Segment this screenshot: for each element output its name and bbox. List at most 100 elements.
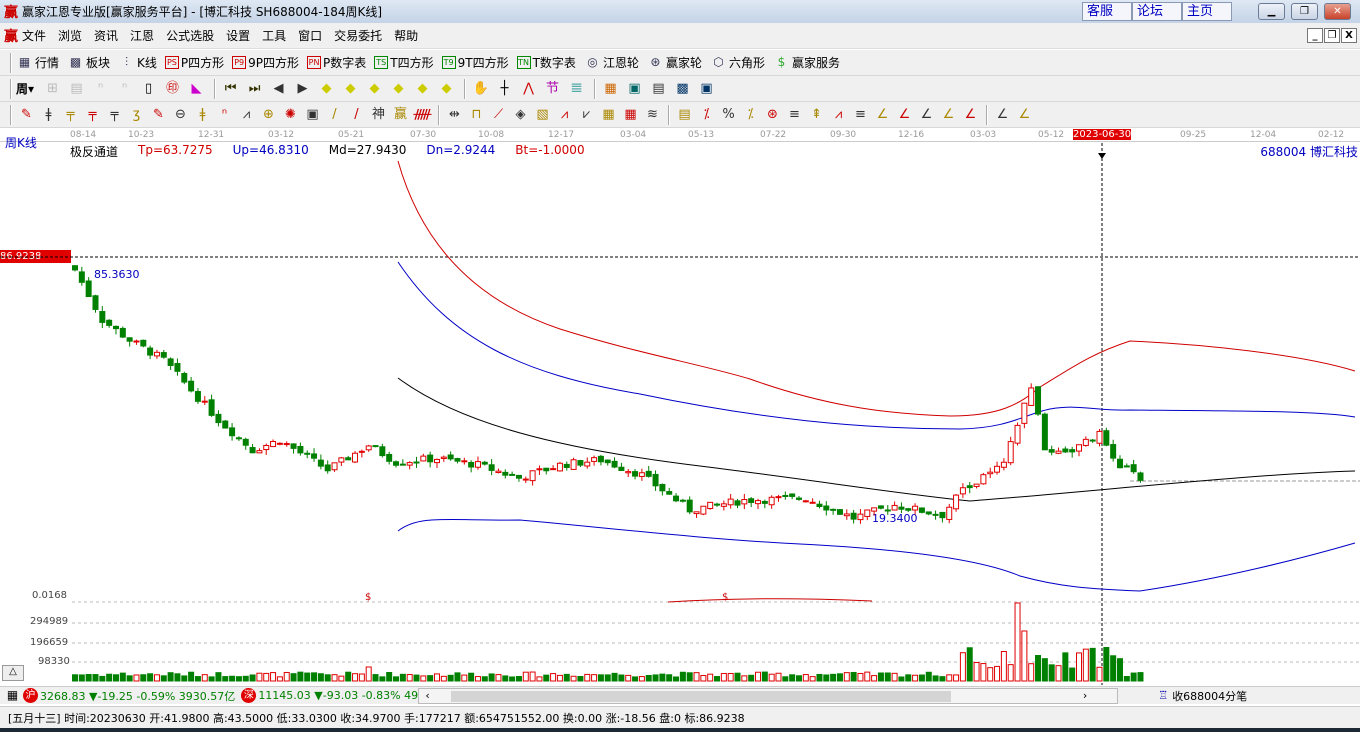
gold-angle-icon[interactable]: ∠ bbox=[894, 105, 915, 125]
spiral-icon[interactable]: ʒ bbox=[126, 105, 147, 125]
menu-item[interactable]: 帮助 bbox=[394, 27, 418, 44]
minimize-button[interactable]: ▁ bbox=[1258, 3, 1285, 20]
toolbar-江恩轮[interactable]: ◎ 江恩轮 bbox=[584, 54, 639, 71]
pen-icon[interactable]: ✎ bbox=[16, 105, 37, 125]
candle-select-icon[interactable]: ▯ bbox=[138, 79, 159, 99]
close-button[interactable]: ✕ bbox=[1324, 3, 1351, 20]
hand-icon[interactable]: ✋ bbox=[470, 79, 491, 99]
yinyang-icon[interactable]: ∠ bbox=[992, 105, 1013, 125]
grid-icon[interactable]: ▦ bbox=[4, 687, 21, 704]
period-select[interactable]: 周 ▾ bbox=[16, 80, 34, 97]
pct-line-icon[interactable]: % bbox=[718, 105, 739, 125]
angle2-icon[interactable]: ▧ bbox=[532, 105, 553, 125]
cycle-icon[interactable]: 𝌆 bbox=[566, 79, 587, 99]
gold-icon[interactable]: ╤ bbox=[60, 105, 81, 125]
box-icon[interactable]: ⇹ bbox=[444, 105, 465, 125]
pct-icon[interactable]: ▤ bbox=[674, 105, 695, 125]
menu-item[interactable]: 江恩 bbox=[130, 27, 154, 44]
last-icon[interactable]: ⏭ bbox=[244, 79, 265, 99]
four-angle-icon[interactable]: ∠ bbox=[960, 105, 981, 125]
toolbar-P四方形[interactable]: PS P四方形 bbox=[164, 54, 224, 71]
wave-icon[interactable]: ⩘ bbox=[554, 105, 575, 125]
fan-icon[interactable]: ◣ bbox=[186, 79, 207, 99]
scroll-right-icon[interactable]: › bbox=[1083, 689, 1087, 702]
diamond-all-icon[interactable]: ◆ bbox=[436, 79, 457, 99]
calendar-icon[interactable]: ▦ bbox=[600, 79, 621, 99]
doc-icon[interactable]: ▤ bbox=[66, 79, 87, 99]
ruler-icon[interactable]: 赢 bbox=[390, 105, 411, 125]
menu-item[interactable]: 工具 bbox=[262, 27, 286, 44]
coin-icon[interactable]: ⁒ bbox=[740, 105, 761, 125]
toolbar-9T四方形[interactable]: T9 9T四方形 bbox=[441, 54, 509, 71]
toolbar-赢家轮[interactable]: ⊛ 赢家轮 bbox=[647, 54, 702, 71]
target-icon[interactable]: ⊕ bbox=[258, 105, 279, 125]
diamond-right-icon[interactable]: ◆ bbox=[340, 79, 361, 99]
fan-red-icon[interactable]: ⊓ bbox=[466, 105, 487, 125]
forum-button[interactable]: 论坛 bbox=[1132, 2, 1182, 21]
net-icon[interactable]: ◈ bbox=[510, 105, 531, 125]
draw-icon[interactable]: ✎ bbox=[148, 105, 169, 125]
service-button[interactable]: 客服 bbox=[1082, 2, 1132, 21]
mdi-minimize-button[interactable]: _ bbox=[1307, 28, 1323, 43]
width-icon[interactable]: ᚏ bbox=[412, 105, 433, 125]
scroll-left-icon[interactable]: ‹ bbox=[425, 689, 429, 702]
print-icon[interactable]: ▣ bbox=[696, 79, 717, 99]
menu-item[interactable]: 资讯 bbox=[94, 27, 118, 44]
menu-item[interactable]: 公式选股 bbox=[166, 27, 214, 44]
gold-line-icon[interactable]: ⊛ bbox=[762, 105, 783, 125]
tick-detail-link[interactable]: 收688004分笔 bbox=[1172, 688, 1247, 704]
arc-icon[interactable]: ⟋ bbox=[488, 105, 509, 125]
diamond-v-icon[interactable]: ◆ bbox=[412, 79, 433, 99]
mdi-close-button[interactable]: X bbox=[1341, 28, 1357, 43]
win-icon[interactable]: 神 bbox=[368, 105, 389, 125]
scroll-thumb[interactable] bbox=[451, 690, 952, 702]
gold2-icon[interactable]: ╤ bbox=[82, 105, 103, 125]
right-icon[interactable]: ▶ bbox=[292, 79, 313, 99]
mdi-restore-button[interactable]: ❐ bbox=[1324, 28, 1340, 43]
n2-icon[interactable]: ⁿ bbox=[214, 105, 235, 125]
search-icon[interactable]: ⊞ bbox=[42, 79, 63, 99]
infinity-icon[interactable]: ∠ bbox=[1014, 105, 1035, 125]
pen2-icon[interactable]: ≡ bbox=[784, 105, 805, 125]
matrix-icon[interactable]: ⩗ bbox=[576, 105, 597, 125]
kline-chart[interactable]: 08-14 10-23 12-31 03-12 05-21 07-30 10-08 12-17… bbox=[0, 129, 1360, 685]
menu-item[interactable]: 窗口 bbox=[298, 27, 322, 44]
stripes-icon[interactable]: ▦ bbox=[620, 105, 641, 125]
diamond-h-icon[interactable]: ◆ bbox=[364, 79, 385, 99]
save-icon[interactable]: ▩ bbox=[672, 79, 693, 99]
homepage-button[interactable]: 主页 bbox=[1182, 2, 1232, 21]
toolbar-T数字表[interactable]: TN T数字表 bbox=[516, 54, 576, 71]
toolbar-T四方形[interactable]: TS T四方形 bbox=[374, 54, 434, 71]
matrix2-icon[interactable]: ▦ bbox=[598, 105, 619, 125]
star-icon[interactable]: ✺ bbox=[280, 105, 301, 125]
gann-icon[interactable]: ㊞ bbox=[162, 79, 183, 99]
circle-icon[interactable]: ⊖ bbox=[170, 105, 191, 125]
j-angle-icon[interactable]: ≡ bbox=[850, 105, 871, 125]
fib-icon[interactable]: ╤ bbox=[104, 105, 125, 125]
menu-item[interactable]: 设置 bbox=[226, 27, 250, 44]
left-icon[interactable]: ◀ bbox=[268, 79, 289, 99]
calculator-icon[interactable]: ▣ bbox=[624, 79, 645, 99]
diamond-left-icon[interactable]: ◆ bbox=[316, 79, 337, 99]
ab-icon[interactable]: ⇞ bbox=[806, 105, 827, 125]
crosshair-icon[interactable]: ┼ bbox=[494, 79, 515, 99]
angle-icon[interactable]: ⩘ bbox=[236, 105, 257, 125]
menu-item[interactable]: 浏览 bbox=[58, 27, 82, 44]
toolbar-六角形[interactable]: ⬡ 六角形 bbox=[710, 54, 765, 71]
ying-angle-icon[interactable]: ∠ bbox=[938, 105, 959, 125]
lines-icon[interactable]: ǂ bbox=[192, 105, 213, 125]
notes-icon[interactable]: ▤ bbox=[648, 79, 669, 99]
first-icon[interactable]: ⏮ bbox=[220, 79, 241, 99]
grid-lines-icon[interactable]: ǂ bbox=[38, 105, 59, 125]
parallel-icon[interactable]: / bbox=[324, 105, 345, 125]
diamond-x-icon[interactable]: ◆ bbox=[388, 79, 409, 99]
toolbar-K线[interactable]: ⫶ K线 bbox=[118, 54, 157, 71]
menu-item[interactable]: 交易委托 bbox=[334, 27, 382, 44]
toolbar-9P四方形[interactable]: P9 9P四方形 bbox=[232, 54, 299, 71]
toolbar-P数字表[interactable]: PN P数字表 bbox=[307, 54, 366, 71]
chart9-icon[interactable]: ⁿ bbox=[114, 79, 135, 99]
percent-icon[interactable]: ⁒ bbox=[696, 105, 717, 125]
chart3-icon[interactable]: ⁿ bbox=[90, 79, 111, 99]
node-icon[interactable]: 节 bbox=[542, 79, 563, 99]
menu-item[interactable]: 文件 bbox=[22, 27, 46, 44]
